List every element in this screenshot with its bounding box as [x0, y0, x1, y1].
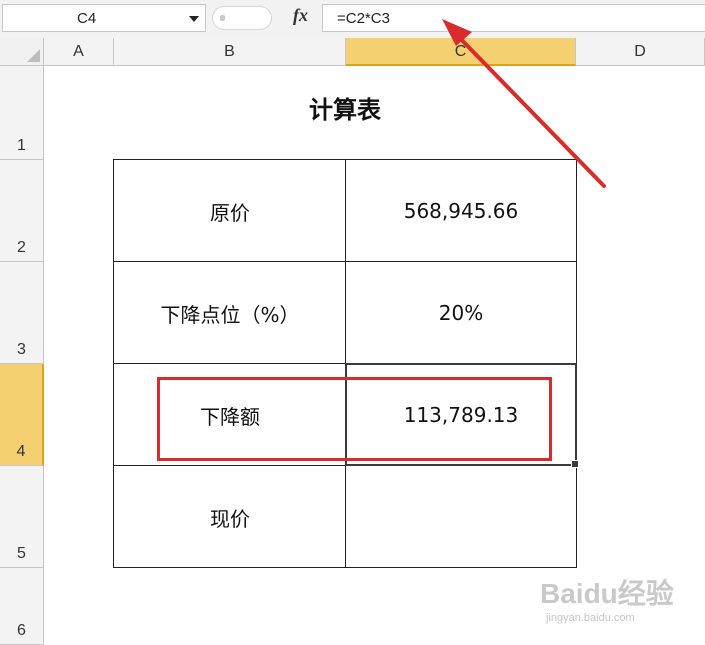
watermark-brand: Baidu经验 — [540, 578, 674, 609]
watermark: Baidu经验 jingyan.baidu.com — [540, 572, 700, 624]
annotation-arrow — [442, 19, 606, 188]
watermark-url: jingyan.baidu.com — [546, 612, 635, 624]
